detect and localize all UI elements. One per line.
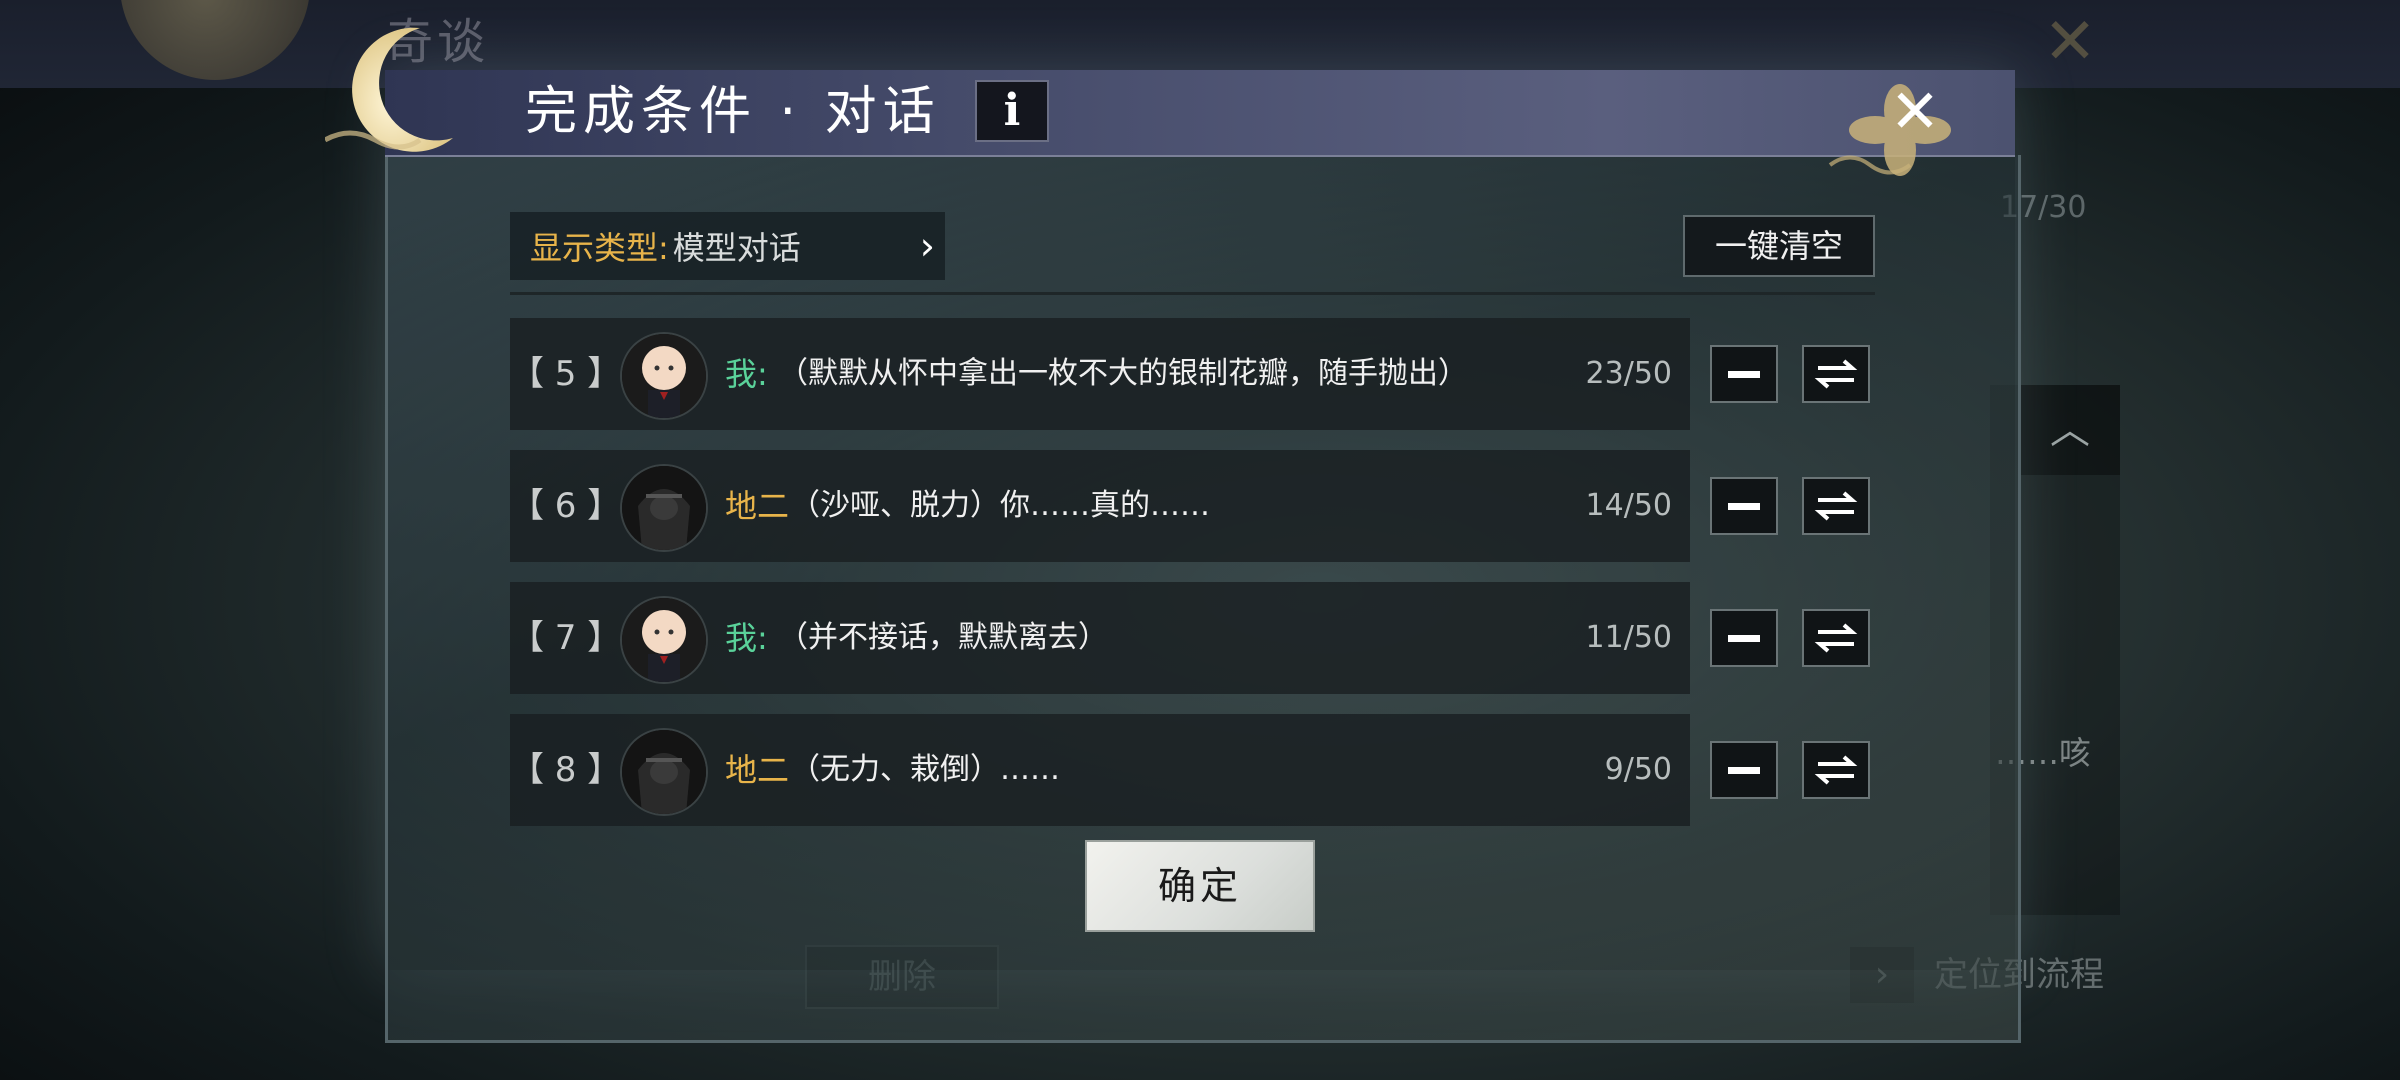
speaker-name: 地二 (725, 487, 790, 525)
swap-arrows-icon (1814, 491, 1858, 521)
speaker-name: 地二 (725, 751, 790, 789)
info-icon: i (1003, 85, 1021, 136)
swap-row-button[interactable] (1802, 345, 1870, 403)
swap-row-button[interactable] (1802, 741, 1870, 799)
character-count: 11/50 (1585, 620, 1672, 655)
minus-icon (1728, 766, 1760, 774)
dialogue-row[interactable]: 【 5 】 我: （默默从怀中拿出一枚不大的银制花瓣，随手抛出） 23/50 (510, 318, 1690, 430)
info-button[interactable]: i (975, 80, 1049, 142)
completion-condition-dialog: 完成条件 · 对话 i ✕ 显示类型: 模型对话 › 一键清空 【 5 】 我:… (325, 27, 2021, 1043)
clear-all-button[interactable]: 一键清空 (1683, 215, 1875, 277)
swap-arrows-icon (1814, 623, 1858, 653)
crescent-moon-icon (325, 27, 453, 152)
close-icon: ✕ (1889, 77, 1941, 147)
display-type-value: 模型对话 (672, 229, 801, 267)
dialogue-text: （沙哑、脱力）你……真的…… (790, 488, 1210, 523)
background-chevron-up-icon: ︿ (2020, 385, 2120, 475)
character-count: 23/50 (1585, 356, 1672, 391)
dialogue-text: （并不接话，默默离去） (778, 620, 1108, 655)
speaker-name: 我: (725, 619, 768, 657)
display-type-selector[interactable]: 显示类型: 模型对话 › (510, 212, 945, 280)
dialogue-text: （无力、栽倒）…… (790, 752, 1060, 787)
row-index: 【 8 】 (510, 750, 622, 790)
speaker-name: 我: (725, 355, 768, 393)
dialog-title: 完成条件 · 对话 (525, 82, 941, 142)
dialogue-row[interactable]: 【 8 】 地二 （无力、栽倒）…… 9/50 (510, 714, 1690, 826)
swap-arrows-icon (1814, 359, 1858, 389)
remove-row-button[interactable] (1710, 345, 1778, 403)
minus-icon (1728, 502, 1760, 510)
row-index: 【 5 】 (510, 354, 622, 394)
swap-row-button[interactable] (1802, 477, 1870, 535)
close-button[interactable]: ✕ (1875, 72, 1955, 152)
chevron-right-icon: › (919, 224, 935, 268)
divider (510, 292, 1875, 295)
row-index: 【 6 】 (510, 486, 622, 526)
remove-row-button[interactable] (1710, 609, 1778, 667)
npc-avatar (620, 728, 708, 816)
confirm-button[interactable]: 确定 (1085, 840, 1315, 932)
dialogue-row[interactable]: 【 6 】 地二 （沙哑、脱力）你……真的…… 14/50 (510, 450, 1690, 562)
swap-arrows-icon (1814, 755, 1858, 785)
minus-icon (1728, 370, 1760, 378)
player-avatar (620, 596, 708, 684)
dialogue-text: （默默从怀中拿出一枚不大的银制花瓣，随手抛出） (778, 356, 1468, 391)
character-count: 14/50 (1585, 488, 1672, 523)
row-index: 【 7 】 (510, 618, 622, 658)
swap-row-button[interactable] (1802, 609, 1870, 667)
minus-icon (1728, 634, 1760, 642)
remove-row-button[interactable] (1710, 477, 1778, 535)
dialog-header: 完成条件 · 对话 i ✕ (385, 70, 2015, 176)
npc-avatar (620, 464, 708, 552)
background-close-icon: ✕ (2043, 5, 2097, 79)
game-screen: 奇谈 ✕ 17/30 ︿ ……咳 删除 › 定位到流程 完成条件 · 对话 i (0, 0, 2400, 1080)
player-avatar (620, 332, 708, 420)
character-count: 9/50 (1604, 752, 1672, 787)
display-type-label: 显示类型: (530, 229, 669, 267)
dialogue-row[interactable]: 【 7 】 我: （并不接话，默默离去） 11/50 (510, 582, 1690, 694)
remove-row-button[interactable] (1710, 741, 1778, 799)
